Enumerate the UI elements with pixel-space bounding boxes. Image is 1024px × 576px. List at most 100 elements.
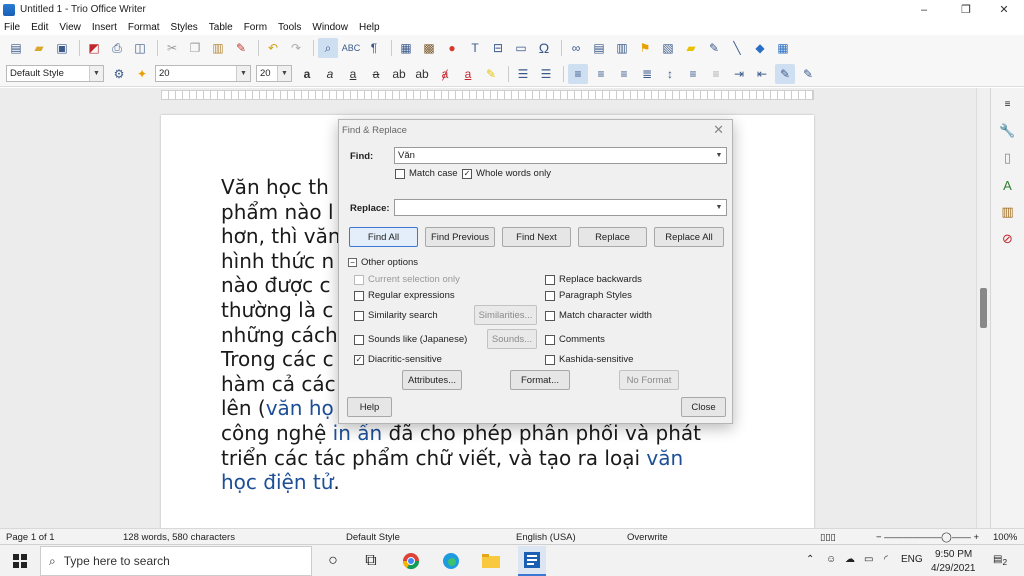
- bold-icon[interactable]: a: [297, 64, 317, 84]
- menu-view[interactable]: View: [59, 22, 81, 33]
- clock-time[interactable]: 9:50 PM: [935, 549, 972, 560]
- export-pdf-icon[interactable]: ◩: [84, 38, 104, 58]
- vertical-scrollbar[interactable]: [976, 88, 990, 528]
- battery-icon[interactable]: ▭: [864, 554, 873, 565]
- match-char-width-option[interactable]: Match character width: [545, 310, 652, 321]
- endnote-icon[interactable]: ▥: [612, 38, 632, 58]
- track-changes-icon[interactable]: ✎: [704, 38, 724, 58]
- replace-button[interactable]: Replace: [578, 227, 647, 247]
- new-document-icon[interactable]: ▤: [6, 38, 26, 58]
- diacritic-checkbox[interactable]: ✓: [354, 354, 364, 365]
- hyperlink-text[interactable]: học điện tử: [221, 470, 333, 494]
- horizontal-ruler[interactable]: [161, 90, 814, 100]
- new-style-icon[interactable]: ✦: [132, 64, 152, 84]
- hyperlink-text[interactable]: in ấn: [333, 421, 383, 445]
- close-window-button[interactable]: ✕: [984, 0, 1024, 19]
- align-center-icon[interactable]: ≡: [591, 64, 611, 84]
- clear-formatting-icon[interactable]: ⱥ: [435, 64, 455, 84]
- undo-icon[interactable]: ↶: [263, 38, 283, 58]
- notification-icon[interactable]: ▤2: [993, 554, 1007, 567]
- chrome-icon[interactable]: [400, 550, 422, 572]
- decrease-paragraph-spacing-icon[interactable]: ≡: [706, 64, 726, 84]
- save-icon[interactable]: ▣: [52, 38, 72, 58]
- footnote-icon[interactable]: ▤: [589, 38, 609, 58]
- zoom-slider[interactable]: − ——————◯—— +: [876, 532, 979, 543]
- paragraph-styles-option[interactable]: Paragraph Styles: [545, 290, 632, 301]
- sidebar-toggle-icon[interactable]: ✎: [775, 63, 795, 84]
- properties-icon[interactable]: 🔧: [998, 121, 1018, 141]
- current-selection-checkbox[interactable]: [354, 274, 364, 285]
- replace-input[interactable]: ▼: [394, 199, 727, 216]
- help-button[interactable]: Help: [347, 397, 392, 417]
- current-selection-option[interactable]: Current selection only: [354, 274, 460, 285]
- close-icon[interactable]: ✕: [713, 122, 724, 138]
- cross-reference-icon[interactable]: ▧: [658, 38, 678, 58]
- insert-table-icon[interactable]: ▦: [396, 38, 416, 58]
- replace-all-button[interactable]: Replace All: [654, 227, 724, 247]
- increase-indent-icon[interactable]: ⇥: [729, 64, 749, 84]
- similarities-button[interactable]: Similarities...: [474, 305, 537, 325]
- menu-styles[interactable]: Styles: [171, 22, 198, 33]
- insert-mode-status[interactable]: Overwrite: [627, 532, 668, 543]
- line-spacing-icon[interactable]: ↕: [660, 64, 680, 84]
- match-case-option[interactable]: Match case: [395, 168, 458, 179]
- find-next-button[interactable]: Find Next: [502, 227, 571, 247]
- cortana-icon[interactable]: ○: [322, 550, 344, 572]
- view-layout-icon[interactable]: ▯▯▯: [820, 532, 836, 543]
- replace-backwards-option[interactable]: Replace backwards: [545, 274, 642, 285]
- diacritic-option[interactable]: ✓ Diacritic-sensitive: [354, 354, 442, 365]
- find-replace-icon[interactable]: ⌕: [318, 38, 338, 58]
- bullet-list-icon[interactable]: ☰: [513, 64, 533, 84]
- numbered-list-icon[interactable]: ☰: [536, 64, 556, 84]
- sidebar-menu-icon[interactable]: ≡: [998, 94, 1018, 114]
- find-previous-button[interactable]: Find Previous: [425, 227, 495, 247]
- font-name-combo[interactable]: 20 ▼: [155, 65, 251, 82]
- match-char-width-checkbox[interactable]: [545, 310, 555, 321]
- clone-formatting-icon[interactable]: ✎: [231, 38, 251, 58]
- menu-window[interactable]: Window: [312, 22, 348, 33]
- character-icon[interactable]: ✎: [798, 64, 818, 84]
- formatting-marks-icon[interactable]: ¶: [364, 38, 384, 58]
- page-style-status[interactable]: Default Style: [346, 532, 400, 543]
- paste-icon[interactable]: ▥: [208, 38, 228, 58]
- print-icon[interactable]: ⎙: [107, 38, 127, 58]
- format-button[interactable]: Format...: [510, 370, 570, 390]
- cloud-icon[interactable]: ☁: [845, 554, 855, 565]
- hyperlink-text[interactable]: văn họ: [266, 396, 334, 420]
- similarity-checkbox[interactable]: [354, 310, 364, 321]
- update-style-icon[interactable]: ⚙: [109, 64, 129, 84]
- sounds-button[interactable]: Sounds...: [487, 329, 537, 349]
- insert-image-icon[interactable]: ▩: [419, 38, 439, 58]
- match-case-checkbox[interactable]: [395, 168, 405, 179]
- whole-words-option[interactable]: ✓ Whole words only: [462, 168, 551, 179]
- align-left-icon[interactable]: ≡: [568, 63, 588, 84]
- close-button[interactable]: Close: [681, 397, 726, 417]
- basic-shapes-icon[interactable]: ◆: [750, 38, 770, 58]
- edge-icon[interactable]: [440, 550, 462, 572]
- cut-icon[interactable]: ✂: [162, 38, 182, 58]
- other-options-expander[interactable]: − Other options: [348, 257, 418, 268]
- menu-file[interactable]: File: [4, 22, 20, 33]
- special-character-icon[interactable]: Ω: [534, 38, 554, 58]
- highlight-color-icon[interactable]: ✎: [481, 64, 501, 84]
- sounds-like-checkbox[interactable]: [354, 334, 364, 345]
- line-icon[interactable]: ╲: [727, 38, 747, 58]
- font-size-combo[interactable]: 20 ▼: [256, 65, 292, 82]
- insert-chart-icon[interactable]: ●: [442, 38, 462, 58]
- restore-button[interactable]: ❐: [946, 0, 986, 19]
- menu-table[interactable]: Table: [209, 22, 233, 33]
- regex-checkbox[interactable]: [354, 290, 364, 301]
- page-icon[interactable]: ▯: [998, 148, 1018, 168]
- document-line[interactable]: công nghệ in ấn đã cho phép phân phối và…: [221, 421, 761, 446]
- styles-icon[interactable]: A: [998, 175, 1018, 195]
- align-right-icon[interactable]: ≡: [614, 64, 634, 84]
- find-input[interactable]: Văn ▼: [394, 147, 727, 164]
- insert-field-icon[interactable]: ▭: [511, 38, 531, 58]
- hyperlink-text[interactable]: văn: [646, 446, 683, 470]
- people-icon[interactable]: ☺: [826, 554, 836, 565]
- chevron-down-icon[interactable]: ▼: [713, 149, 725, 162]
- menu-insert[interactable]: Insert: [92, 22, 117, 33]
- regex-option[interactable]: Regular expressions: [354, 290, 455, 301]
- superscript-icon[interactable]: ab: [389, 64, 409, 84]
- kashida-checkbox[interactable]: [545, 354, 555, 365]
